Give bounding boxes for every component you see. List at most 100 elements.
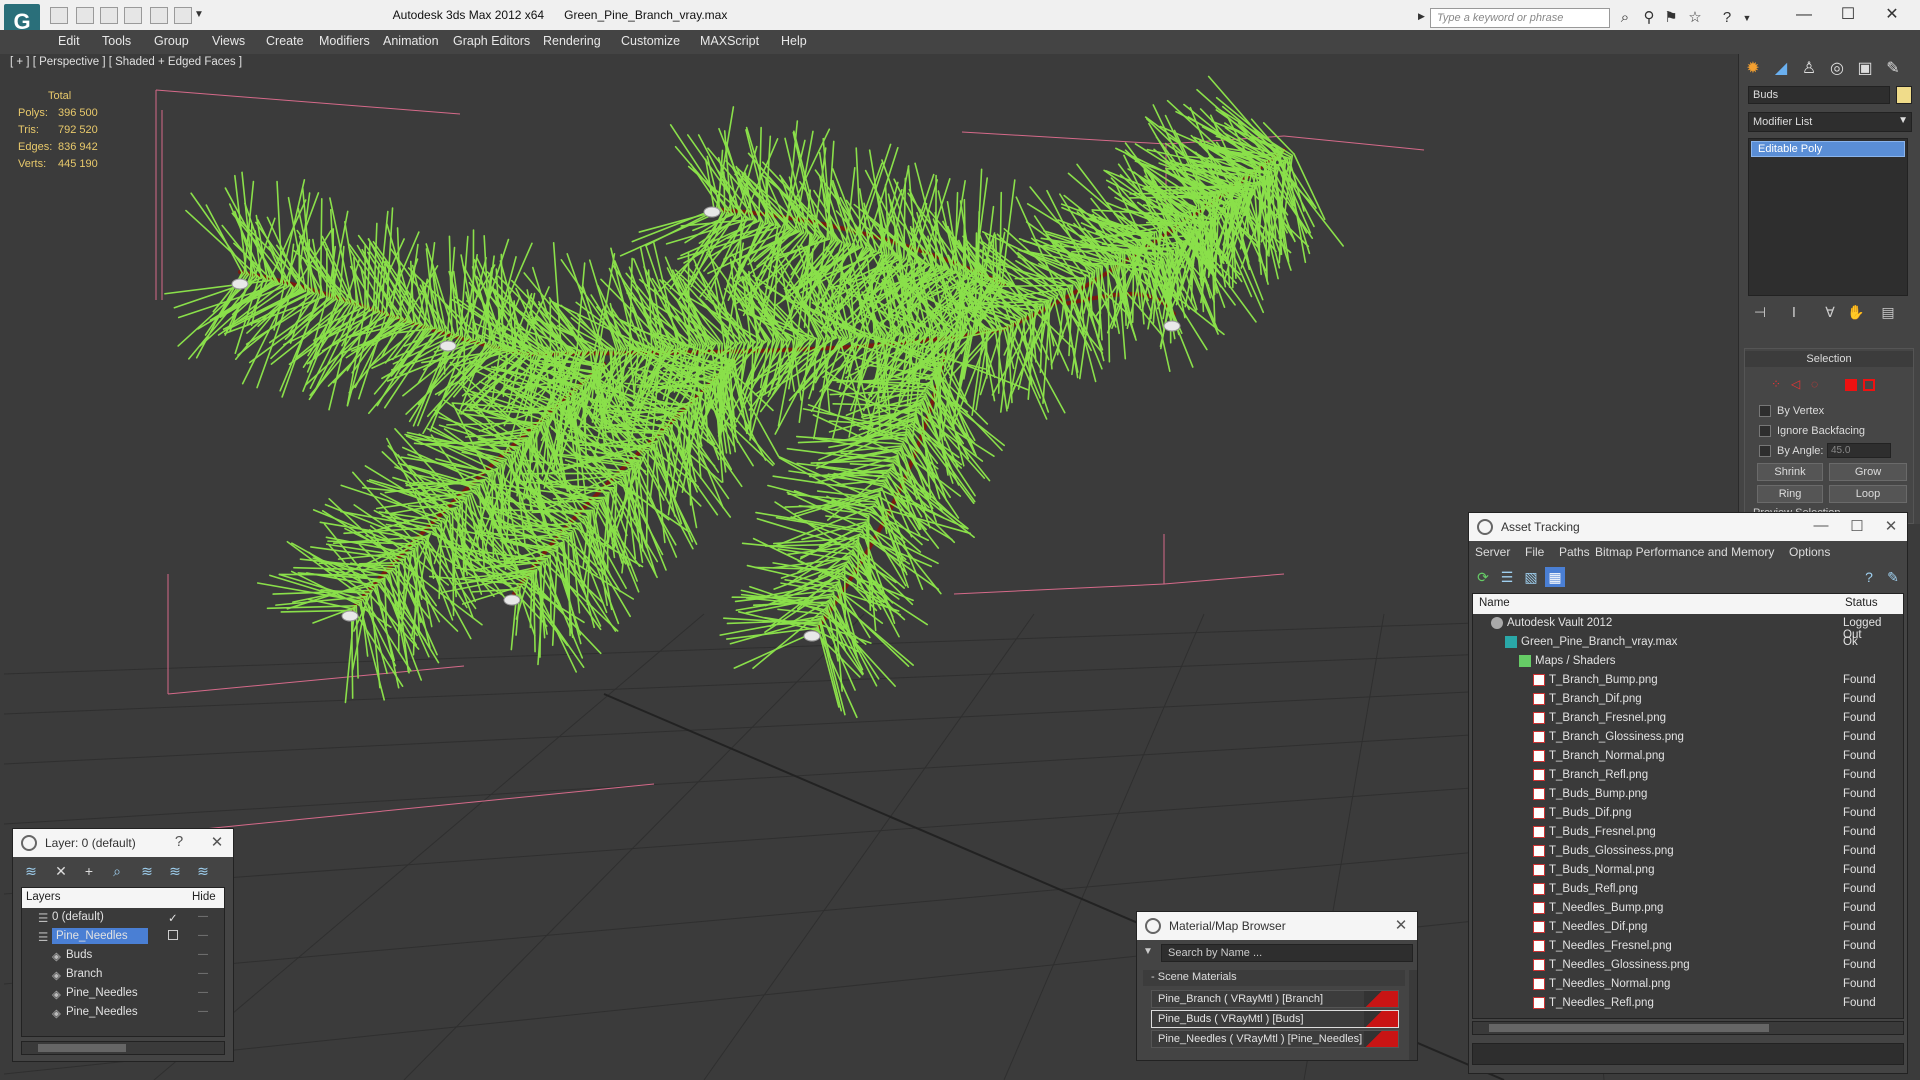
hide-toggle[interactable]: — [198,911,208,922]
layer-manager-titlebar[interactable]: Layer: 0 (default) ? ✕ [13,829,233,857]
asset-row[interactable]: T_Buds_Refl.png Found [1473,880,1903,899]
freeze-all-layers-icon[interactable]: ≋ [193,861,213,881]
utilities-tab-icon[interactable]: ✎ [1882,58,1904,80]
hide-toggle[interactable]: — [198,949,208,960]
quick-access-dropdown-icon[interactable]: ▼ [194,9,204,20]
save-file-icon[interactable] [76,7,94,24]
asset-row[interactable]: T_Needles_Refl.png Found [1473,994,1903,1013]
asset-row[interactable]: T_Branch_Dif.png Found [1473,690,1903,709]
table-view-icon[interactable]: ▦ [1545,567,1565,587]
column-hide[interactable]: Hide [192,891,216,903]
display-tab-icon[interactable]: ▣ [1854,58,1876,80]
help-icon[interactable]: ? [169,833,189,850]
asset-row[interactable]: T_Buds_Glossiness.png Found [1473,842,1903,861]
column-status[interactable]: Status [1845,597,1878,609]
delete-layer-icon[interactable]: ✕ [51,861,71,881]
motion-tab-icon[interactable]: ◎ [1826,58,1848,80]
open-file-icon[interactable] [50,7,68,24]
close-icon[interactable]: ✕ [1881,517,1901,535]
asset-row[interactable]: T_Needles_Normal.png Found [1473,975,1903,994]
scrollbar-thumb[interactable] [1489,1024,1769,1032]
polygon-mode-icon[interactable] [1845,379,1857,391]
ignore-backfacing-checkbox[interactable] [1759,425,1771,437]
material-browser-scrollbar[interactable] [1409,970,1417,1060]
scene-materials-group[interactable]: - Scene Materials [1143,970,1405,986]
asset-row[interactable]: T_Branch_Bump.png Found [1473,671,1903,690]
hierarchy-tab-icon[interactable]: ♙ [1798,58,1820,80]
asset-horizontal-scrollbar[interactable] [1472,1021,1904,1035]
thumbnail-view-icon[interactable]: ▧ [1521,567,1541,587]
show-end-result-icon[interactable]: Ⅰ [1784,304,1804,322]
by-angle-checkbox[interactable] [1759,445,1771,457]
layer-row[interactable]: ◈ Pine_Needles — [22,984,224,1003]
help-dropdown-icon[interactable]: ▼ [1738,10,1756,26]
asset-row[interactable]: T_Buds_Fresnel.png Found [1473,823,1903,842]
menu-rendering[interactable]: Rendering [543,34,601,48]
vertex-mode-icon[interactable]: ⁘ [1771,377,1781,391]
layer-row[interactable]: ◈ Branch — [22,965,224,984]
current-layer-check-icon[interactable]: ✓ [168,911,178,925]
object-name-field[interactable]: Buds [1748,86,1890,104]
grow-button[interactable]: Grow [1829,463,1907,481]
asset-row[interactable]: T_Branch_Fresnel.png Found [1473,709,1903,728]
ring-button[interactable]: Ring [1757,485,1823,503]
subscription-icon[interactable]: ⚲ [1640,10,1658,26]
close-icon[interactable]: ✕ [1874,4,1910,26]
menu-customize[interactable]: Customize [621,34,680,48]
undo-icon[interactable] [100,7,118,24]
stack-item-editable-poly[interactable]: Editable Poly [1751,141,1905,157]
asset-row[interactable]: T_Needles_Glossiness.png Found [1473,956,1903,975]
redo-icon[interactable] [124,7,142,24]
asset-row[interactable]: T_Needles_Fresnel.png Found [1473,937,1903,956]
material-item[interactable]: Pine_Buds ( VRayMtl ) [Buds] [1151,1010,1399,1028]
close-icon[interactable]: ✕ [207,833,227,851]
favorites-star-icon[interactable]: ☆ [1686,10,1704,26]
material-item[interactable]: Pine_Needles ( VRayMtl ) [Pine_Needles] [1151,1030,1399,1048]
border-mode-icon[interactable]: ◌ [1811,377,1818,391]
refresh-icon[interactable]: ⟳ [1473,567,1493,587]
menu-graph-editors[interactable]: Graph Editors [453,34,530,48]
modify-tab-icon[interactable]: ◢ [1770,58,1792,80]
asset-row[interactable]: T_Needles_Dif.png Found [1473,918,1903,937]
scrollbar-thumb[interactable] [38,1044,126,1052]
workspace-icon[interactable] [174,7,192,24]
layer-row[interactable]: ◈ Buds — [22,946,224,965]
help-icon[interactable]: ? [1859,567,1879,587]
modifier-list-dropdown[interactable]: Modifier List ▼ [1748,112,1912,132]
layer-horizontal-scrollbar[interactable] [21,1041,225,1055]
browser-options-icon[interactable]: ▼ [1143,946,1153,957]
asset-row[interactable]: Green_Pine_Branch_vray.max Ok [1473,633,1903,652]
by-vertex-checkbox[interactable] [1759,405,1771,417]
select-objects-icon[interactable]: ⌕ [107,861,127,881]
asset-row[interactable]: T_Branch_Glossiness.png Found [1473,728,1903,747]
asset-row[interactable]: Maps / Shaders [1473,652,1903,671]
selection-rollout-title[interactable]: Selection [1745,351,1913,367]
asset-row[interactable]: T_Branch_Normal.png Found [1473,747,1903,766]
layer-row[interactable]: ☰ Pine_Needles — [22,927,224,946]
asset-path-field[interactable] [1472,1043,1904,1065]
search-input[interactable]: Type a keyword or phrase [1430,8,1610,28]
menu-group[interactable]: Group [154,34,189,48]
menu-views[interactable]: Views [212,34,245,48]
close-icon[interactable]: ✕ [1391,916,1411,934]
asset-row[interactable]: Autodesk Vault 2012 Logged Out [1473,614,1903,641]
asset-menu-server[interactable]: Server [1475,545,1510,559]
column-layers[interactable]: Layers [26,891,61,903]
hide-toggle[interactable]: — [198,987,208,998]
add-to-layer-icon[interactable]: + [79,861,99,881]
maximize-icon[interactable]: ☐ [1830,4,1866,26]
menu-edit[interactable]: Edit [58,34,80,48]
asset-row[interactable]: T_Branch_Refl.png Found [1473,766,1903,785]
hide-all-layers-icon[interactable]: ≋ [165,861,185,881]
material-browser-titlebar[interactable]: Material/Map Browser ✕ [1137,912,1417,940]
make-unique-icon[interactable]: ∀ [1820,304,1840,322]
asset-tracking-titlebar[interactable]: Asset Tracking — ☐ ✕ [1469,513,1907,541]
pin-stack-icon[interactable]: ⊣ [1750,304,1770,322]
viewport-label[interactable]: [ + ] [ Perspective ] [ Shaded + Edged F… [10,56,242,68]
create-tab-icon[interactable]: ✹ [1742,58,1764,80]
material-item[interactable]: Pine_Branch ( VRayMtl ) [Branch] [1151,990,1399,1008]
minimize-icon[interactable]: — [1786,4,1822,26]
project-folder-icon[interactable] [150,7,168,24]
communication-center-icon[interactable]: ⚑ [1662,10,1680,26]
asset-menu-file[interactable]: File [1525,545,1544,559]
